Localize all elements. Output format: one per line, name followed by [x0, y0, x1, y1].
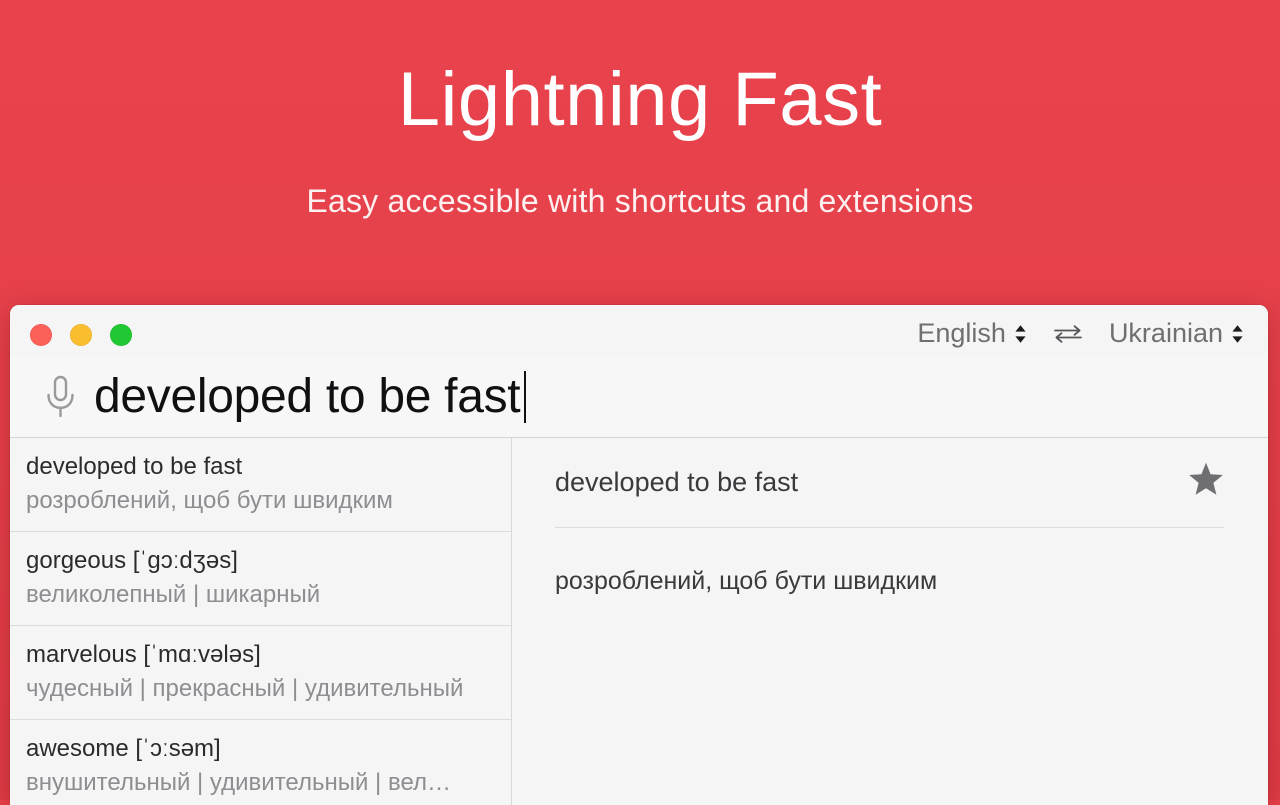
list-item[interactable]: gorgeous [ˈgɔːdʒəs] великолепный | шикар…	[10, 532, 511, 626]
hero-banner: Lightning Fast Easy accessible with shor…	[0, 0, 1280, 805]
list-item[interactable]: awesome [ˈɔːsəm] внушительный | удивител…	[10, 720, 511, 805]
detail-pane: developed to be fast розроблений, щоб бу…	[512, 438, 1268, 805]
result-translation: великолепный | шикарный	[26, 581, 321, 608]
text-cursor	[524, 370, 527, 423]
page-subtitle: Easy accessible with shortcuts and exten…	[306, 183, 974, 219]
result-translation: чудесный | прекрасный | удивительный	[26, 675, 464, 702]
app-window: English Ukrainian developed to be fast d…	[10, 305, 1268, 805]
result-term: gorgeous [ˈgɔːdʒəs]	[26, 547, 238, 574]
star-filled-icon[interactable]	[1188, 462, 1224, 502]
language-bar: English Ukrainian	[911, 318, 1250, 349]
window-titlebar: English Ukrainian	[10, 305, 1268, 356]
page-title: Lightning Fast	[397, 57, 883, 142]
chevron-up-down-icon	[1014, 324, 1027, 344]
target-language-label: Ukrainian	[1108, 318, 1223, 348]
result-term: developed to be fast	[26, 453, 243, 480]
window-controls	[30, 324, 132, 346]
result-term: marvelous [ˈmɑːvələs]	[26, 641, 261, 668]
search-bar[interactable]: developed to be fast	[10, 356, 1268, 438]
maximize-button[interactable]	[110, 324, 132, 346]
result-translation: внушительный | удивительный | вел…	[26, 769, 451, 796]
search-input[interactable]: developed to be fast	[94, 372, 523, 421]
results-list[interactable]: developed to be fast розроблений, щоб бу…	[10, 438, 512, 805]
minimize-button[interactable]	[70, 324, 92, 346]
microphone-icon[interactable]	[43, 374, 78, 420]
result-term: awesome [ˈɔːsəm]	[26, 735, 221, 762]
source-language-select[interactable]: English	[911, 318, 1033, 349]
close-button[interactable]	[30, 324, 52, 346]
result-translation: розроблений, щоб бути швидким	[26, 487, 393, 514]
detail-header: developed to be fast	[555, 438, 1224, 528]
source-language-label: English	[917, 318, 1006, 348]
swap-horizontal-icon[interactable]	[1053, 323, 1083, 345]
list-item[interactable]: developed to be fast розроблений, щоб бу…	[10, 438, 511, 532]
window-body: developed to be fast розроблений, щоб бу…	[10, 438, 1268, 805]
chevron-up-down-icon	[1231, 324, 1244, 344]
detail-term: developed to be fast	[555, 467, 799, 497]
target-language-select[interactable]: Ukrainian	[1103, 318, 1250, 349]
list-item[interactable]: marvelous [ˈmɑːvələs] чудесный | прекрас…	[10, 626, 511, 720]
detail-translation: розроблений, щоб бути швидким	[555, 567, 938, 595]
